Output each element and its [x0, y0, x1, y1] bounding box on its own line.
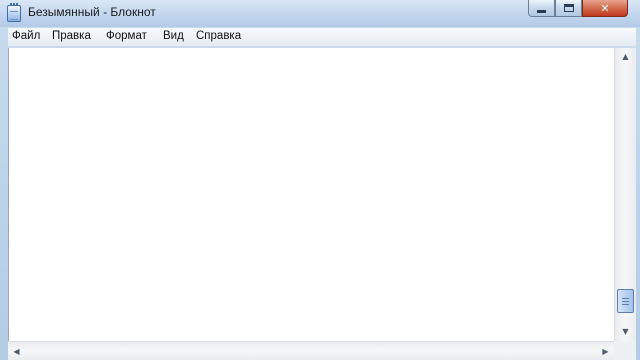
- notepad-app-icon[interactable]: [7, 3, 21, 22]
- scroll-down-arrow-icon[interactable]: ▼: [615, 323, 636, 340]
- menu-help[interactable]: Справка: [196, 30, 241, 42]
- maximize-icon: [563, 4, 574, 12]
- text-editor-area[interactable]: [8, 48, 614, 341]
- horizontal-scrollbar[interactable]: ◀ ▶: [8, 341, 614, 360]
- minimize-button[interactable]: [528, 0, 555, 17]
- thumb-grip-line: [622, 301, 629, 302]
- menu-bar: Файл Правка Формат Вид Справка: [8, 28, 636, 47]
- vertical-scroll-thumb[interactable]: [617, 289, 634, 313]
- size-grip[interactable]: [614, 341, 636, 360]
- scroll-up-arrow-icon[interactable]: ▲: [615, 48, 636, 65]
- menu-format[interactable]: Формат: [106, 30, 147, 42]
- menu-view[interactable]: Вид: [163, 30, 184, 42]
- maximize-button[interactable]: [555, 0, 582, 17]
- minimize-icon: [537, 9, 546, 13]
- scroll-right-arrow-icon[interactable]: ▶: [597, 342, 614, 360]
- vertical-scrollbar[interactable]: ▲ ▼: [614, 48, 636, 341]
- notepad-window: Безымянный - Блокнот ✕ Файл Правка Форма…: [0, 0, 640, 360]
- menu-file[interactable]: Файл: [12, 30, 40, 42]
- window-title: Безымянный - Блокнот: [28, 5, 156, 19]
- scroll-left-arrow-icon[interactable]: ◀: [8, 342, 25, 360]
- thumb-grip-line: [622, 304, 629, 305]
- close-icon: ✕: [600, 1, 610, 15]
- close-button[interactable]: ✕: [582, 0, 628, 17]
- thumb-grip-line: [622, 298, 629, 299]
- title-bar[interactable]: Безымянный - Блокнот ✕: [0, 0, 640, 27]
- menu-edit[interactable]: Правка: [52, 30, 91, 42]
